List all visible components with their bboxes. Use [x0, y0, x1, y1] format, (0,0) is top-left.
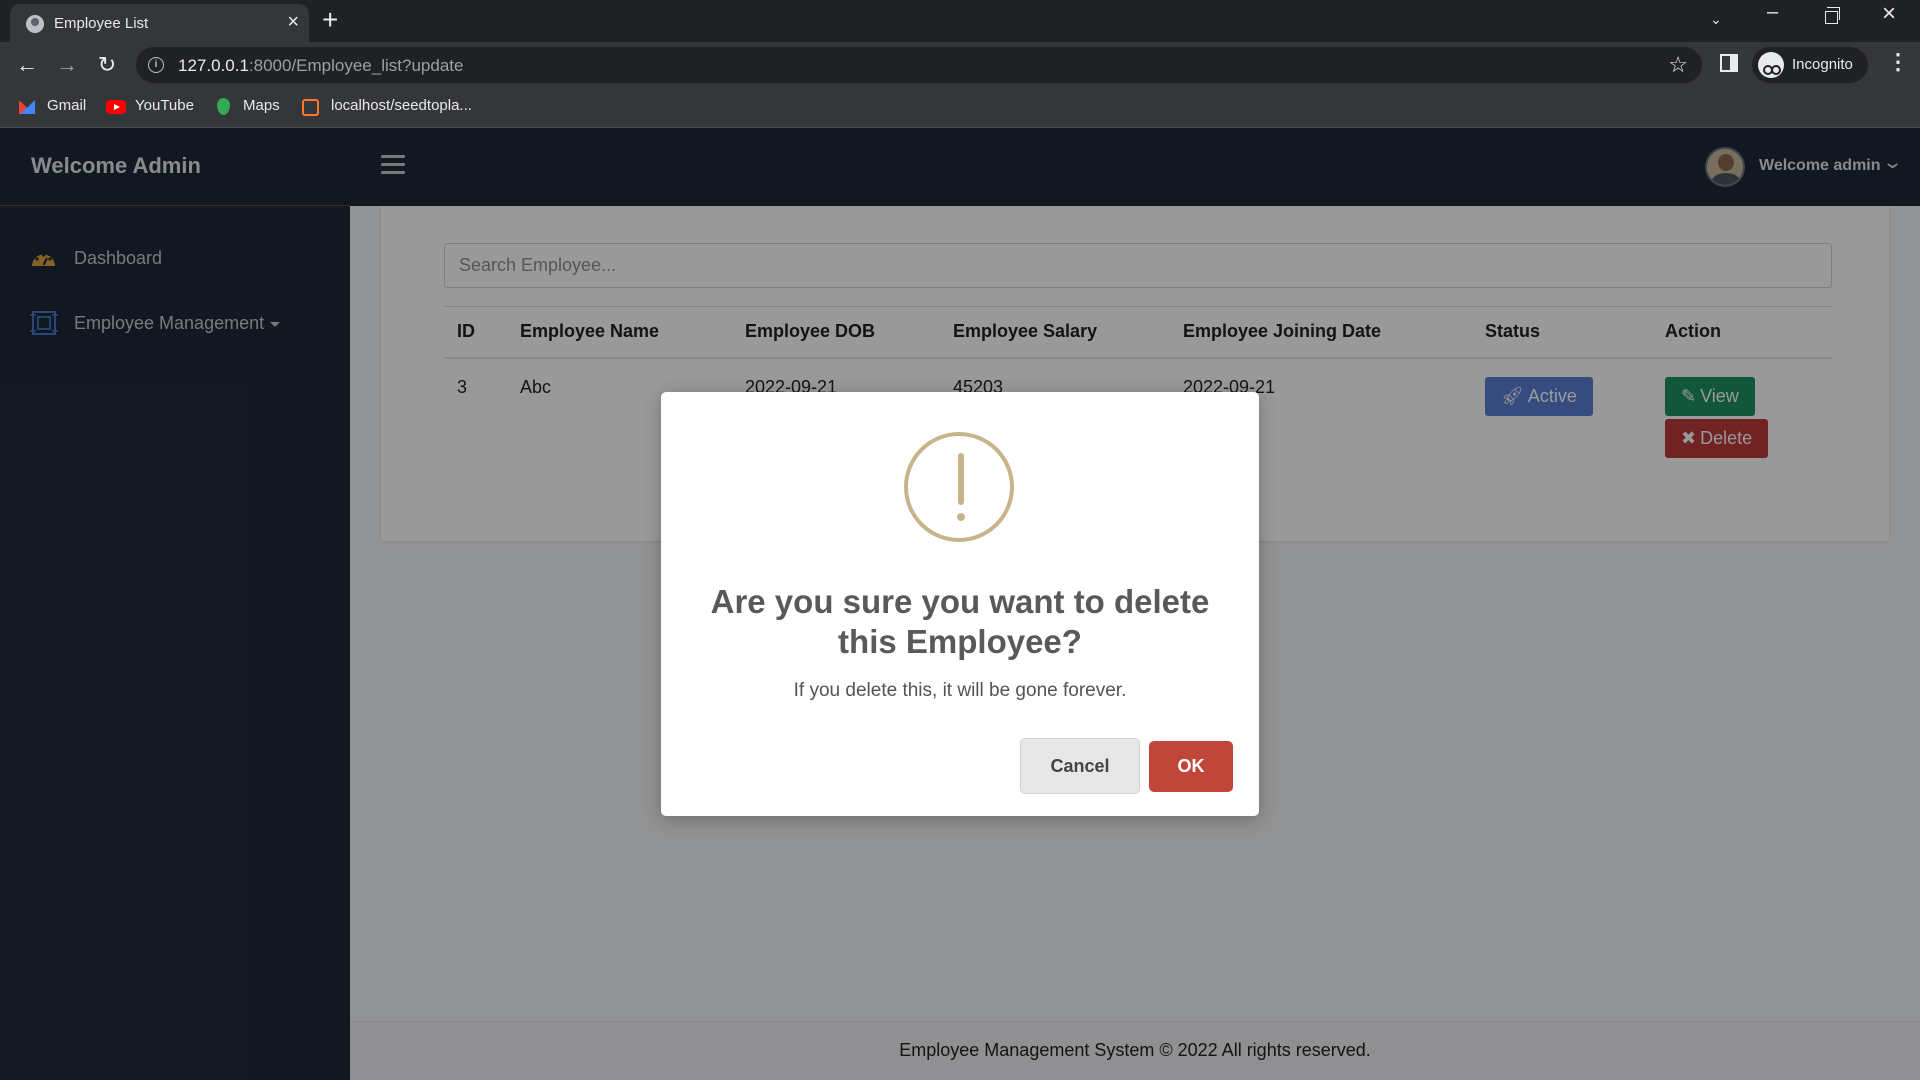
delete-confirm-dialog: Are you sure you want to delete this Emp…: [661, 392, 1259, 816]
tab-close-icon[interactable]: ×: [287, 12, 299, 32]
cancel-button[interactable]: Cancel: [1020, 738, 1140, 794]
bookmark-star-icon[interactable]: ☆: [1668, 52, 1688, 78]
bookmark-youtube[interactable]: YouTube: [135, 97, 194, 114]
warning-icon: [904, 432, 1014, 542]
ok-button[interactable]: OK: [1149, 741, 1233, 792]
forward-arrow-icon[interactable]: →: [53, 51, 81, 79]
minimize-icon[interactable]: –: [1767, 2, 1778, 22]
bookmarks-bar: Gmail YouTube Maps localhost/seedtopla..…: [0, 88, 1920, 128]
youtube-icon: [106, 100, 126, 114]
browser-tab-strip: Employee List × + ⌄ – ×: [0, 0, 1920, 42]
tab-search-chevron-icon[interactable]: ⌄: [1710, 10, 1722, 28]
tab-favicon-icon: [26, 15, 44, 33]
gmail-icon: [19, 100, 35, 114]
maps-icon: [217, 98, 230, 115]
browser-toolbar: ← → ↻ i 127.0.0.1:8000/Employee_list?upd…: [0, 42, 1920, 88]
new-tab-icon[interactable]: +: [322, 6, 338, 34]
browser-menu-icon[interactable]: ⋮: [1887, 51, 1909, 73]
browser-tab[interactable]: Employee List ×: [10, 4, 309, 42]
incognito-label: Incognito: [1792, 56, 1853, 73]
restore-icon[interactable]: [1825, 7, 1840, 24]
site-info-icon[interactable]: i: [148, 57, 164, 73]
bookmark-maps[interactable]: Maps: [243, 97, 280, 114]
side-panel-icon[interactable]: [1720, 54, 1738, 72]
dialog-text: If you delete this, it will be gone fore…: [793, 680, 1127, 701]
bookmark-gmail[interactable]: Gmail: [47, 97, 86, 114]
address-bar[interactable]: i 127.0.0.1:8000/Employee_list?update ☆: [136, 47, 1702, 83]
xampp-icon: [302, 99, 319, 116]
incognito-icon: [1758, 52, 1784, 78]
url-host: 127.0.0.1: [178, 56, 249, 75]
reload-icon[interactable]: ↻: [93, 51, 121, 79]
bookmark-localhost[interactable]: localhost/seedtopla...: [331, 97, 472, 114]
incognito-profile[interactable]: Incognito: [1752, 47, 1868, 83]
back-arrow-icon[interactable]: ←: [13, 51, 41, 79]
dialog-title: Are you sure you want to delete this Emp…: [710, 583, 1210, 660]
url-text: 127.0.0.1:8000/Employee_list?update: [178, 56, 463, 76]
tab-title: Employee List: [54, 15, 149, 32]
url-path: :8000/Employee_list?update: [248, 56, 464, 75]
window-close-icon[interactable]: ×: [1882, 2, 1896, 26]
